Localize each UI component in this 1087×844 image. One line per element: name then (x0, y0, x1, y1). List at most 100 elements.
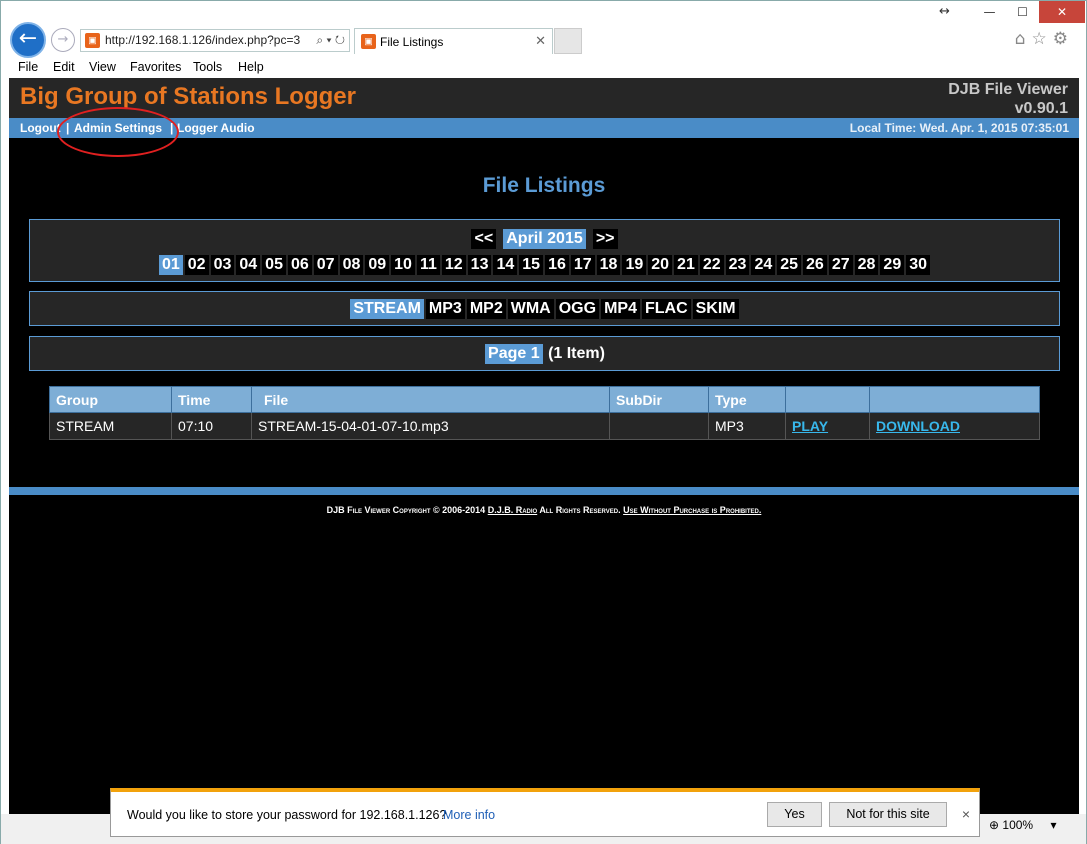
type-button-mp2[interactable]: MP2 (466, 299, 506, 319)
page-button[interactable]: Page 1 (485, 344, 543, 364)
gear-icon[interactable]: ⚙ (1053, 29, 1074, 49)
more-info-link[interactable]: More info (443, 808, 495, 822)
day-button[interactable]: 27 (828, 255, 853, 275)
star-icon[interactable]: ☆ (1032, 29, 1053, 49)
date-selector: << April 2015 >> 01 02 03 04 05 06 07 08 09 10 11 1… (29, 219, 1060, 282)
day-button[interactable]: 03 (210, 255, 235, 275)
logger-audio-link[interactable]: Logger Audio (177, 121, 255, 135)
menu-edit[interactable]: Edit (53, 60, 75, 74)
tab-file-listings[interactable]: ▣ File Listings ✕ (354, 28, 553, 54)
address-bar[interactable]: ▣ http://192.168.1.126/index.php?pc=3 ⌕ … (80, 29, 350, 52)
day-button[interactable]: 30 (906, 255, 931, 275)
day-button[interactable]: 15 (519, 255, 544, 275)
type-button-ogg[interactable]: OGG (555, 299, 600, 319)
day-button[interactable]: 16 (545, 255, 569, 275)
tab-title: File Listings (380, 35, 444, 49)
prev-month-button[interactable]: << (471, 229, 497, 249)
day-button[interactable]: 29 (880, 255, 905, 275)
site-title: Big Group of Stations Logger (20, 83, 356, 110)
play-link[interactable]: PLAY (792, 418, 828, 434)
download-link[interactable]: DOWNLOAD (876, 418, 960, 434)
col-group: Group (49, 386, 172, 413)
yes-button[interactable]: Yes (767, 802, 822, 827)
menu-file[interactable]: File (18, 60, 38, 74)
tab-close-icon[interactable]: ✕ (535, 33, 546, 49)
day-button[interactable]: 08 (339, 255, 364, 275)
day-button[interactable]: 06 (287, 255, 312, 275)
day-button[interactable]: 10 (391, 255, 415, 275)
day-button[interactable]: 14 (493, 255, 518, 275)
cell-file: STREAM-15-04-01-07-10.mp3 (251, 412, 610, 440)
day-button[interactable]: 28 (854, 255, 879, 275)
pagination: Page 1 (1 Item) (29, 336, 1060, 371)
month-row: << April 2015 >> (30, 228, 1059, 249)
zoom-control[interactable]: ⊕ 100% ▾ (989, 818, 1056, 832)
day-button[interactable]: 07 (313, 255, 338, 275)
cell-subdir (609, 412, 709, 440)
resize-icon[interactable]: ↔ (939, 4, 950, 19)
day-button[interactable]: 17 (570, 255, 595, 275)
day-button[interactable]: 04 (236, 255, 261, 275)
day-button[interactable]: 09 (365, 255, 390, 275)
day-button[interactable]: 21 (674, 255, 698, 275)
day-button[interactable]: 05 (262, 255, 286, 275)
footer-company-link[interactable]: D.J.B. Radio (488, 505, 538, 515)
menu-favorites[interactable]: Favorites (130, 60, 181, 74)
type-button-wma[interactable]: WMA (507, 299, 554, 319)
type-button-mp4[interactable]: MP4 (601, 299, 640, 319)
day-button[interactable]: 12 (441, 255, 466, 275)
col-type: Type (708, 386, 786, 413)
type-row: STREAM MP3 MP2 WMA OGG MP4 FLAC SKIM (30, 298, 1059, 319)
address-tools[interactable]: ⌕ ▾ ↻ (316, 30, 345, 51)
day-button[interactable]: 11 (416, 255, 440, 275)
back-button[interactable]: ← (10, 22, 46, 58)
day-button[interactable]: 01 (158, 255, 183, 275)
current-month: April 2015 (503, 229, 586, 249)
address-url[interactable]: http://192.168.1.126/index.php?pc=3 (105, 30, 300, 51)
cell-group: STREAM (49, 412, 172, 440)
day-button[interactable]: 18 (596, 255, 621, 275)
notification-message: Would you like to store your password fo… (127, 808, 447, 822)
footer-divider (9, 487, 1079, 495)
menu-tools[interactable]: Tools (193, 60, 222, 74)
search-icon[interactable]: ⌕ (316, 33, 323, 47)
chevron-down-icon[interactable]: ▾ (326, 33, 331, 47)
col-play (785, 386, 870, 413)
logout-link[interactable]: Logout (20, 121, 61, 135)
new-tab-button[interactable] (554, 28, 582, 54)
zoom-level: 100% (1002, 818, 1034, 832)
day-button[interactable]: 02 (184, 255, 209, 275)
close-icon[interactable]: × (962, 806, 970, 822)
day-button[interactable]: 20 (648, 255, 673, 275)
type-button-stream[interactable]: STREAM (350, 299, 424, 319)
type-button-flac[interactable]: FLAC (641, 299, 691, 319)
footer-notice-link[interactable]: Use Without Purchase is Prohibited. (623, 505, 761, 515)
day-button[interactable]: 25 (777, 255, 802, 275)
col-subdir: SubDir (609, 386, 709, 413)
home-icon[interactable]: ⌂ (1015, 29, 1032, 49)
day-button[interactable]: 19 (622, 255, 647, 275)
page-row: Page 1 (1 Item) (30, 344, 1059, 364)
menu-help[interactable]: Help (238, 60, 264, 74)
type-button-mp3[interactable]: MP3 (425, 299, 465, 319)
close-window-button[interactable]: ✕ (1039, 1, 1085, 23)
not-for-this-site-button[interactable]: Not for this site (829, 802, 947, 827)
menu-view[interactable]: View (89, 60, 116, 74)
menu-bar: File Edit View Favorites Tools Help (9, 58, 1079, 78)
day-button[interactable]: 23 (725, 255, 750, 275)
chevron-down-icon[interactable]: ▾ (1050, 818, 1056, 832)
minimize-button[interactable]: — (973, 1, 1006, 23)
day-button[interactable]: 26 (803, 255, 827, 275)
cell-type: MP3 (708, 412, 786, 440)
maximize-button[interactable]: ☐ (1006, 1, 1039, 23)
col-time: Time (171, 386, 252, 413)
day-button[interactable]: 13 (467, 255, 492, 275)
refresh-icon[interactable]: ↻ (335, 33, 345, 47)
site-icon: ▣ (361, 34, 376, 49)
type-button-skim[interactable]: SKIM (692, 299, 739, 319)
day-button[interactable]: 24 (751, 255, 776, 275)
app-version: v0.90.1 (1014, 100, 1068, 117)
forward-button[interactable]: → (51, 28, 75, 52)
next-month-button[interactable]: >> (592, 229, 618, 249)
day-button[interactable]: 22 (699, 255, 724, 275)
